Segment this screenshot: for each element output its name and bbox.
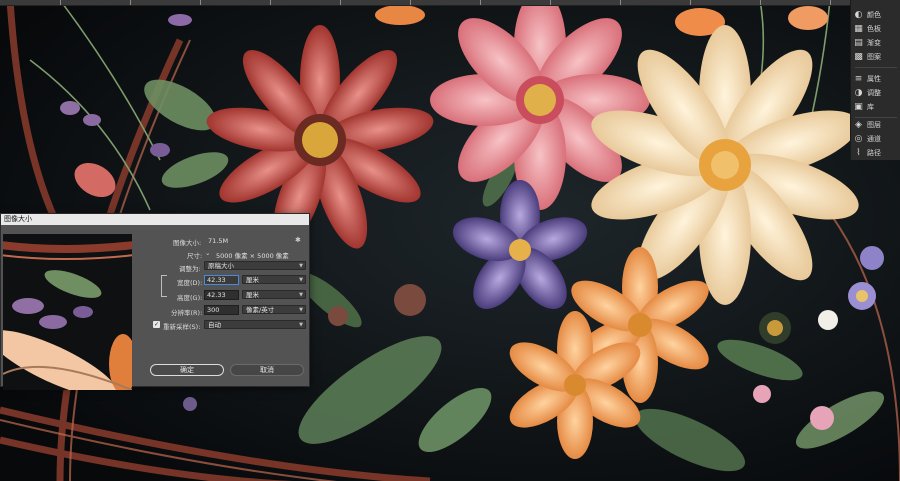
panel-pattern[interactable]: ▩ 图案 <box>853 50 899 64</box>
panel-properties[interactable]: ≡ 属性 <box>853 72 899 86</box>
image-size-label: 图像大小: <box>173 239 202 247</box>
color-wheel-icon: ◐ <box>854 10 863 20</box>
width-label: 宽度(D): <box>177 279 203 287</box>
channels-icon: ◎ <box>854 134 863 144</box>
panel-properties-label: 属性 <box>867 75 881 83</box>
fit-to-label: 调整为: <box>179 265 201 273</box>
panel-channels[interactable]: ◎ 通道 <box>853 132 899 146</box>
resample-select[interactable]: 自动 ▼ <box>204 320 306 329</box>
ok-button[interactable]: 确定 <box>150 364 224 376</box>
resample-value: 自动 <box>208 321 221 329</box>
panel-adjustments-label: 调整 <box>867 89 881 97</box>
panel-paths-label: 路径 <box>867 149 881 157</box>
panel-color[interactable]: ◐ 颜色 <box>853 8 899 22</box>
panel-dock: ◐ 颜色 ▦ 色板 ▤ 渐变 ▩ 图案 ≡ 属性 ◑ 调整 ▣ 库 ◈ 图层 ◎… <box>850 0 900 160</box>
dock-separator <box>855 67 897 68</box>
resolution-unit-select[interactable]: 像素/英寸 ▼ <box>242 305 306 314</box>
chevron-down-icon: ▼ <box>299 263 303 269</box>
cancel-button[interactable]: 取消 <box>230 364 304 376</box>
image-size-value: 71.5M <box>208 237 229 245</box>
swatches-icon: ▦ <box>854 24 863 34</box>
dialog-title[interactable]: 图像大小 <box>1 214 309 225</box>
resample-checkbox[interactable]: ✓ <box>153 321 160 328</box>
height-input[interactable]: 42.33 <box>204 290 239 300</box>
chevron-down-icon: ▼ <box>299 307 303 313</box>
adjustments-icon: ◑ <box>854 88 863 98</box>
dimensions-label: 尺寸: <box>187 252 203 260</box>
panel-color-label: 颜色 <box>867 11 881 19</box>
link-icon[interactable] <box>161 275 167 297</box>
image-preview[interactable] <box>3 234 132 390</box>
resolution-input[interactable]: 300 <box>204 305 239 315</box>
paths-icon: ⌇ <box>856 148 861 158</box>
libraries-icon: ▣ <box>854 102 863 112</box>
panel-paths[interactable]: ⌇ 路径 <box>853 146 899 160</box>
height-label: 高度(G): <box>177 294 203 302</box>
panel-gradient[interactable]: ▤ 渐变 <box>853 36 899 50</box>
pattern-icon: ▩ <box>854 52 863 62</box>
panel-adjustments[interactable]: ◑ 调整 <box>853 86 899 100</box>
resolution-unit-value: 像素/英寸 <box>246 306 275 314</box>
layers-icon: ◈ <box>855 120 862 130</box>
resample-label: 重新采样(S): <box>163 323 201 331</box>
chevron-down-icon[interactable]: ⌄ <box>205 249 210 257</box>
gradient-icon: ▤ <box>854 38 863 48</box>
resolution-label: 分辨率(R): <box>171 309 203 317</box>
chevron-down-icon: ▼ <box>299 277 303 283</box>
panel-layers-label: 图层 <box>867 121 881 129</box>
width-input[interactable]: 42.33 <box>204 275 239 285</box>
panel-layers[interactable]: ◈ 图层 <box>853 118 899 132</box>
panel-channels-label: 通道 <box>867 135 881 143</box>
panel-libraries[interactable]: ▣ 库 <box>853 100 899 114</box>
panel-libraries-label: 库 <box>867 103 874 111</box>
width-unit-value: 厘米 <box>246 276 259 284</box>
gear-icon[interactable]: ✱ <box>295 236 301 244</box>
chevron-down-icon: ▼ <box>299 322 303 328</box>
horizontal-ruler[interactable] <box>0 0 850 6</box>
panel-swatches-label: 色板 <box>867 25 881 33</box>
properties-icon: ≡ <box>854 74 863 84</box>
fit-to-select[interactable]: 原稿大小 ▼ <box>204 261 306 270</box>
image-size-dialog: 图像大小 图像大小: 71.5M ✱ 尺寸: ⌄ 5000 像素 × 5000 … <box>0 213 310 390</box>
panel-swatches[interactable]: ▦ 色板 <box>853 22 899 36</box>
height-unit-value: 厘米 <box>246 291 259 299</box>
chevron-down-icon: ▼ <box>299 292 303 298</box>
dimensions-value: 5000 像素 × 5000 像素 <box>216 252 289 260</box>
fit-to-value: 原稿大小 <box>208 262 234 270</box>
panel-gradient-label: 渐变 <box>867 39 881 47</box>
width-unit-select[interactable]: 厘米 ▼ <box>242 275 306 284</box>
panel-pattern-label: 图案 <box>867 53 881 61</box>
height-unit-select[interactable]: 厘米 ▼ <box>242 290 306 299</box>
